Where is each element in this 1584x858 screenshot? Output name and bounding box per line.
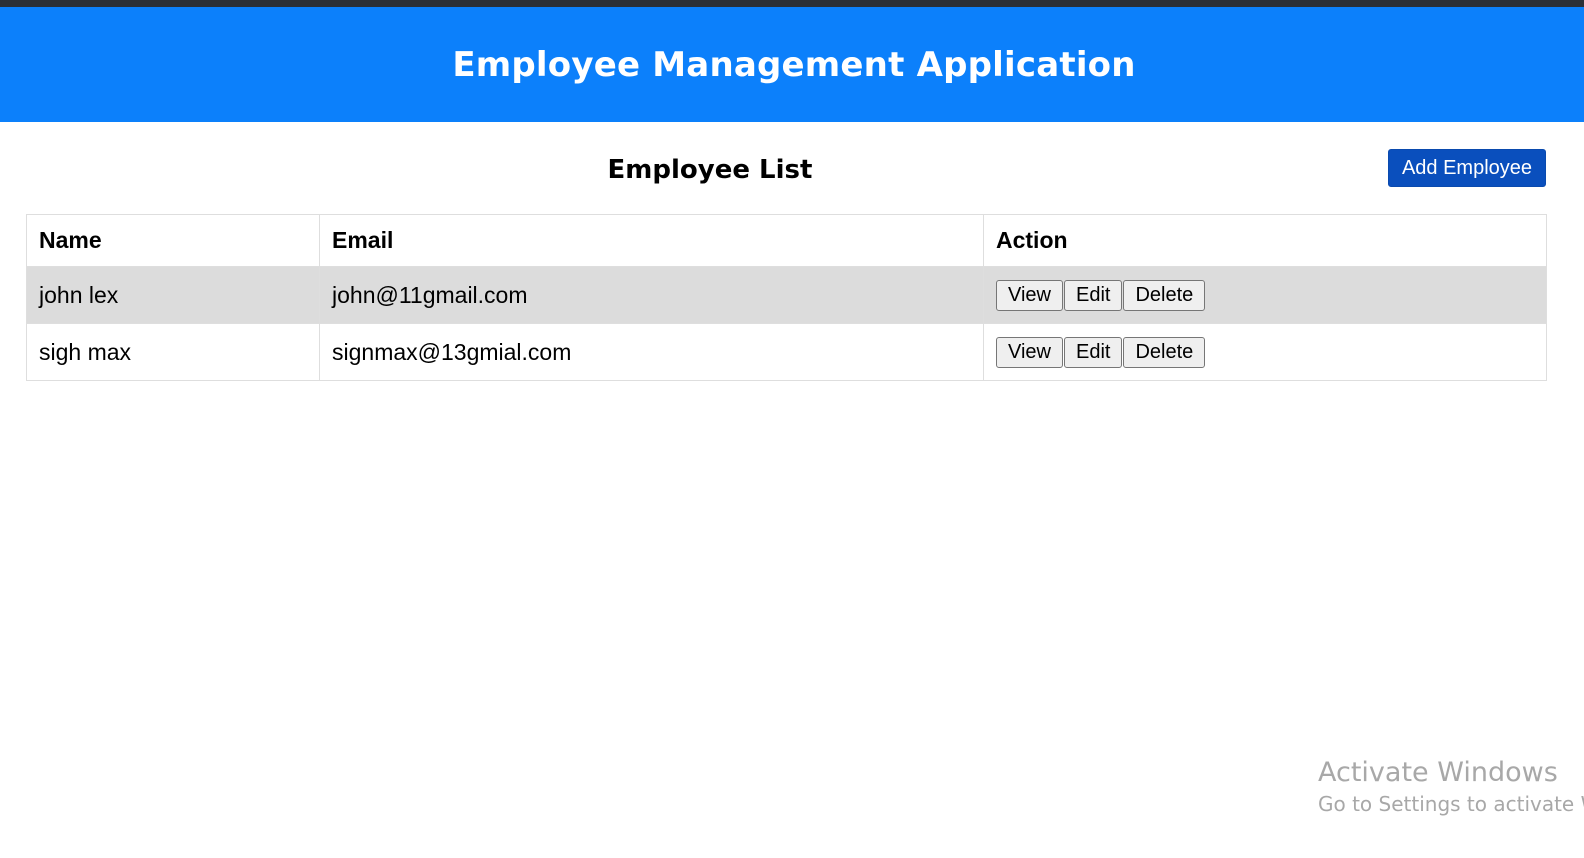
table-row: john lex john@11gmail.com View Edit Dele… xyxy=(26,266,1547,324)
app-title: Employee Management Application xyxy=(452,44,1136,85)
view-button[interactable]: View xyxy=(996,336,1063,368)
employee-name: john lex xyxy=(26,266,320,324)
add-employee-button[interactable]: Add Employee xyxy=(1388,149,1546,187)
watermark-subtitle: Go to Settings to activate Windows. xyxy=(1318,792,1584,816)
table-row: sigh max signmax@13gmial.com View Edit D… xyxy=(26,323,1547,381)
edit-button[interactable]: Edit xyxy=(1064,336,1123,368)
employee-table: Name Email Action john lex john@11gmail.… xyxy=(26,214,1547,381)
column-header-email: Email xyxy=(319,214,984,267)
action-button-group: View Edit Delete xyxy=(996,279,1534,311)
edit-button[interactable]: Edit xyxy=(1064,279,1123,311)
list-heading: Employee List xyxy=(26,150,1388,190)
column-header-action: Action xyxy=(983,214,1547,267)
employee-email: john@11gmail.com xyxy=(319,266,984,324)
employee-email: signmax@13gmial.com xyxy=(319,323,984,381)
action-cell: View Edit Delete xyxy=(983,266,1547,324)
delete-button[interactable]: Delete xyxy=(1123,336,1206,368)
action-button-group: View Edit Delete xyxy=(996,336,1534,368)
action-cell: View Edit Delete xyxy=(983,323,1547,381)
app-header: Employee Management Application xyxy=(0,7,1584,122)
column-header-name: Name xyxy=(26,214,320,267)
page-title: Employee List xyxy=(607,155,813,185)
table-header-row: Name Email Action xyxy=(26,214,1547,267)
view-button[interactable]: View xyxy=(996,279,1063,311)
activate-windows-watermark: Activate Windows Go to Settings to activ… xyxy=(1318,756,1584,818)
employee-name: sigh max xyxy=(26,323,320,381)
watermark-title: Activate Windows xyxy=(1318,757,1558,788)
delete-button[interactable]: Delete xyxy=(1123,279,1206,311)
browser-top-strip xyxy=(0,0,1584,7)
